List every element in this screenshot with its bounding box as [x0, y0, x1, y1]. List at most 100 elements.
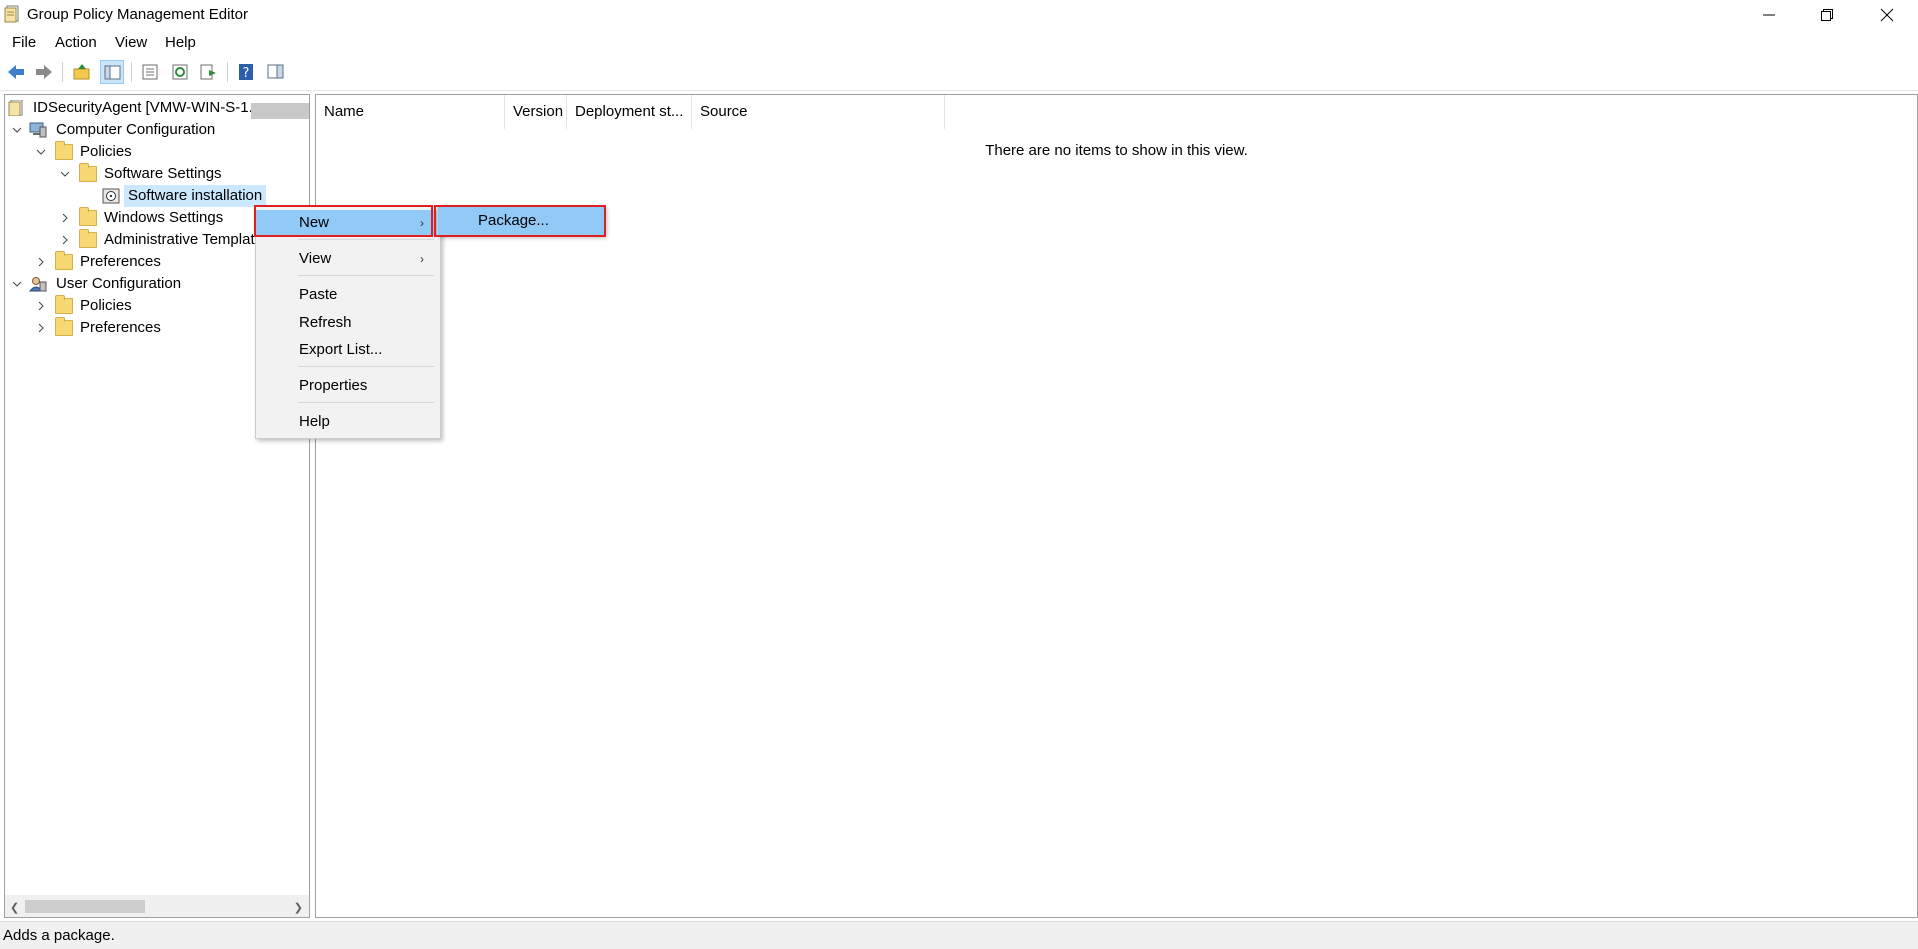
context-menu-item-refresh[interactable]: Refresh [256, 310, 440, 336]
column-header-source[interactable]: Source [692, 95, 945, 129]
folder-icon [55, 295, 73, 314]
action-pane-icon [267, 64, 284, 79]
menu-item-label: Help [299, 413, 330, 430]
gpo-document-icon [8, 100, 23, 116]
status-bar: Adds a package. [0, 921, 1918, 949]
folder-icon [79, 207, 97, 226]
back-arrow-icon [8, 65, 24, 79]
menu-item-label: Refresh [299, 314, 352, 331]
export-list-button[interactable] [196, 60, 220, 84]
tree-node-label: Windows Settings [104, 209, 224, 226]
menu-separator [298, 239, 434, 240]
tree-node-computer-configuration[interactable]: Computer Configuration [5, 119, 305, 141]
folder-icon [55, 141, 73, 160]
menu-item-label: View [299, 250, 332, 267]
folder-icon [55, 317, 73, 336]
close-button[interactable] [1858, 0, 1916, 30]
tree-root-label: IDSecurityAgent [VMW-WIN-S-1. [33, 99, 253, 116]
scroll-left-icon[interactable]: ❮ [10, 901, 19, 914]
tree-node-label: Preferences [80, 319, 161, 336]
tree-root-gpo[interactable]: IDSecurityAgent [VMW-WIN-S-1. [5, 97, 309, 119]
forward-arrow-icon [36, 65, 52, 79]
redacted-text [251, 103, 309, 119]
menu-bar: File Action View Help [0, 30, 1918, 56]
menu-help[interactable]: Help [165, 34, 196, 51]
back-button[interactable] [4, 60, 28, 84]
column-header-version[interactable]: Version [505, 95, 567, 129]
menu-item-label: Export List... [299, 341, 383, 358]
tree-node-label: Software installation [124, 185, 267, 207]
menu-action[interactable]: Action [55, 34, 97, 51]
scroll-right-icon[interactable]: ❯ [294, 901, 303, 914]
tree-node-label: Policies [80, 143, 132, 160]
menu-file[interactable]: File [12, 34, 36, 51]
chevron-right-icon [62, 235, 68, 245]
svg-text:?: ? [243, 66, 250, 81]
menu-item-label: Paste [299, 286, 338, 303]
context-menu-item-export-list[interactable]: Export List... [256, 337, 440, 363]
status-text: Adds a package. [3, 927, 115, 944]
minimize-button[interactable] [1740, 0, 1798, 30]
restore-icon [1821, 9, 1833, 21]
tree-node-label: Software Settings [104, 165, 222, 182]
submenu-item-package[interactable]: Package... [438, 207, 604, 235]
window-title: Group Policy Management Editor [27, 6, 248, 23]
show-hide-action-pane-button[interactable] [264, 60, 288, 84]
help-button[interactable]: ? [234, 60, 258, 84]
show-hide-tree-button[interactable] [100, 60, 124, 84]
context-menu-item-properties[interactable]: Properties [256, 373, 440, 399]
submenu-arrow-icon: › [420, 216, 424, 230]
toolbar-separator [227, 62, 228, 82]
context-menu-item-help[interactable]: Help [256, 409, 440, 435]
empty-list-message: There are no items to show in this view. [985, 142, 1248, 159]
chevron-down-icon [36, 149, 46, 155]
properties-sheet-icon [142, 64, 158, 80]
console-tree-icon [104, 65, 121, 80]
menu-item-label: New [299, 214, 330, 231]
software-installation-icon [102, 188, 120, 204]
tree-node-label: Policies [80, 297, 132, 314]
menu-separator [298, 366, 434, 367]
up-one-level-button[interactable] [70, 60, 94, 84]
tree-node-software-installation[interactable]: Software installation [5, 185, 305, 207]
context-menu: New › View › Paste Refresh Export List..… [255, 206, 441, 439]
tree-node-label: User Configuration [56, 275, 182, 292]
folder-icon [79, 163, 97, 182]
forward-button[interactable] [32, 60, 56, 84]
column-header-name[interactable]: Name [316, 95, 505, 129]
folder-up-icon [73, 64, 90, 80]
restore-button[interactable] [1798, 0, 1856, 30]
chevron-down-icon [12, 281, 22, 287]
export-list-icon [200, 64, 216, 80]
user-icon [29, 277, 47, 292]
tree-node-policies[interactable]: Policies [5, 141, 305, 163]
context-menu-item-paste[interactable]: Paste [256, 282, 440, 308]
tree-node-label: Preferences [80, 253, 161, 270]
scrollbar-thumb[interactable] [25, 900, 145, 913]
menu-view[interactable]: View [115, 34, 147, 51]
submenu-arrow-icon: › [420, 252, 424, 266]
chevron-right-icon [62, 213, 68, 223]
new-submenu: Package... [437, 206, 605, 236]
toolbar: ? [0, 56, 1918, 91]
chevron-right-icon [38, 301, 44, 311]
folder-icon [55, 251, 73, 270]
title-bar: Group Policy Management Editor [0, 0, 1918, 30]
toolbar-separator [62, 62, 63, 82]
column-header-deployment-state[interactable]: Deployment st... [567, 95, 692, 129]
help-icon: ? [239, 64, 253, 81]
computer-icon [29, 122, 47, 138]
menu-item-label: Properties [299, 377, 368, 394]
context-menu-item-new[interactable]: New › [256, 210, 440, 236]
refresh-button[interactable] [168, 60, 192, 84]
tree-node-software-settings[interactable]: Software Settings [5, 163, 305, 185]
chevron-right-icon [38, 323, 44, 333]
properties-button[interactable] [138, 60, 162, 84]
chevron-down-icon [12, 127, 22, 133]
menu-item-label: Package... [478, 212, 549, 229]
tree-horizontal-scrollbar[interactable]: ❮ ❯ [5, 895, 309, 917]
toolbar-separator [131, 62, 132, 82]
context-menu-item-view[interactable]: View › [256, 246, 440, 272]
refresh-icon [172, 64, 188, 80]
group-policy-app-icon [4, 5, 19, 23]
